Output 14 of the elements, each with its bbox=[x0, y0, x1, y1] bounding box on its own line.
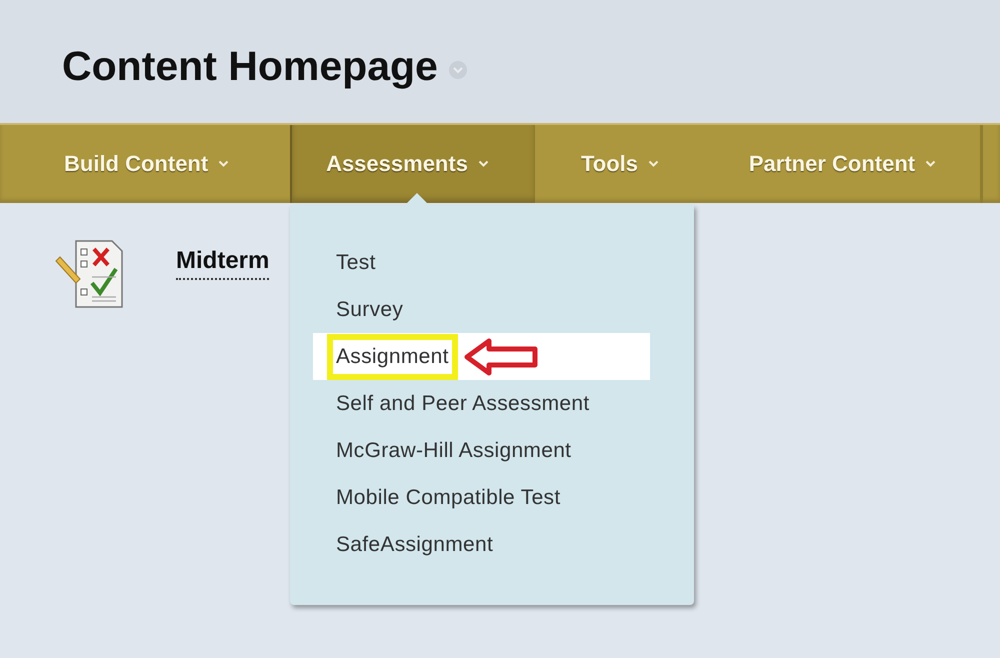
menu-item[interactable]: Mobile Compatible Test bbox=[290, 474, 694, 521]
menu-item[interactable]: Survey bbox=[290, 286, 694, 333]
chevron-down-icon bbox=[478, 160, 489, 168]
chevron-down-icon bbox=[218, 160, 230, 168]
menu-item[interactable]: Test bbox=[290, 239, 694, 286]
page-title: Content Homepage bbox=[62, 43, 438, 90]
chevron-down-icon bbox=[648, 160, 660, 168]
menu-item[interactable]: Assignment bbox=[313, 333, 650, 380]
menu-item[interactable]: McGraw-Hill Assignment bbox=[290, 427, 694, 474]
menu-item[interactable]: SafeAssignment bbox=[290, 521, 694, 568]
chevron-down-icon bbox=[925, 160, 936, 168]
menu-item[interactable]: Self and Peer Assessment bbox=[290, 380, 694, 427]
content-item-link[interactable]: Midterm bbox=[176, 247, 270, 280]
chevron-down-icon[interactable] bbox=[448, 60, 468, 80]
